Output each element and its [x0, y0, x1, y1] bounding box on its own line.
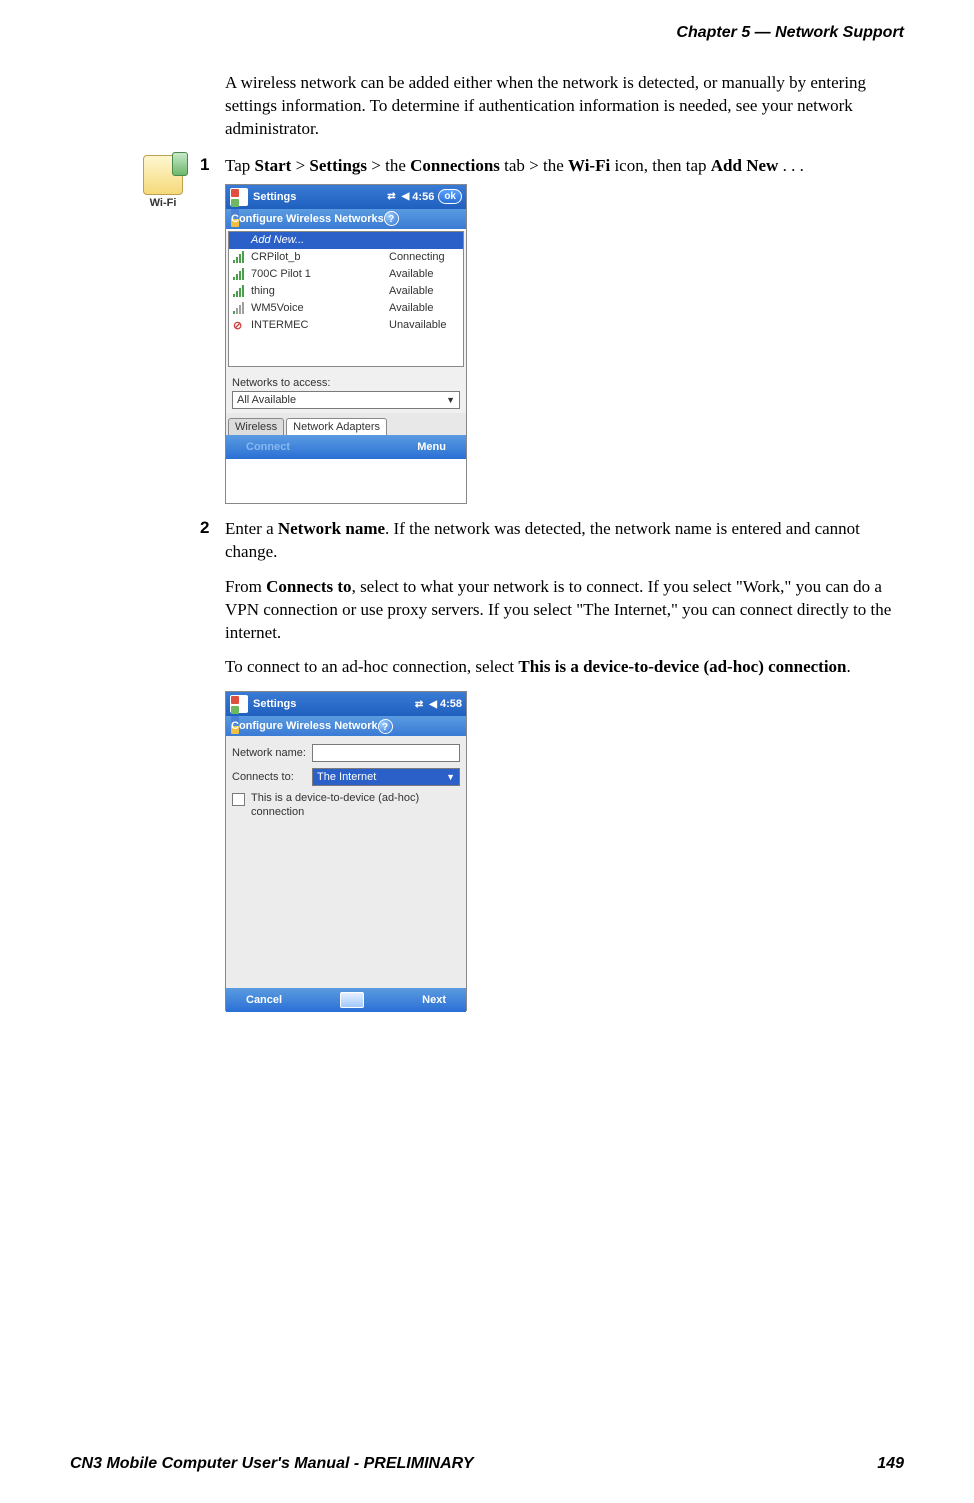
clock: 4:56 [412, 191, 434, 203]
list-item[interactable]: 700C Pilot 1 Available [229, 266, 463, 283]
step-1: 1 Tap Start > Settings > the Connections… [225, 155, 904, 504]
tab-strip: Wireless Network Adapters [226, 413, 466, 435]
chevron-down-icon: ▼ [446, 772, 455, 782]
network-name-label: Network name: [232, 747, 312, 759]
window-title: Settings [253, 698, 296, 710]
chapter-header: Chapter 5 — Network Support [70, 24, 904, 42]
adhoc-checkbox-label: This is a device-to-device (ad-hoc) conn… [251, 792, 460, 818]
list-item[interactable]: thing Available [229, 283, 463, 300]
sub-titlebar: Configure Wireless Network ? [226, 716, 466, 736]
footer-manual-title: CN3 Mobile Computer User's Manual - PREL… [70, 1455, 474, 1473]
step-1-text: Tap Start > Settings > the Connections t… [225, 155, 904, 178]
connects-to-dropdown[interactable]: The Internet ▼ [312, 768, 460, 786]
softkey-bar: Cancel Next [226, 988, 466, 1012]
intro-paragraph: A wireless network can be added either w… [225, 72, 904, 141]
pda-icon [143, 155, 183, 195]
network-name-input[interactable] [312, 744, 460, 762]
sub-title: Configure Wireless Network [231, 720, 378, 732]
signal-icon [233, 251, 247, 263]
step-2-p3: To connect to an ad-hoc connection, sele… [225, 656, 904, 679]
start-icon[interactable] [230, 188, 248, 206]
keyboard-icon[interactable] [340, 992, 364, 1008]
adhoc-checkbox[interactable] [232, 793, 245, 806]
step-number: 2 [200, 518, 209, 538]
list-item-add-new[interactable]: Add New... [229, 232, 463, 249]
sub-title: Configure Wireless Networks [231, 213, 384, 225]
tab-network-adapters[interactable]: Network Adapters [286, 418, 387, 435]
wifi-margin-icon: Wi-Fi [138, 155, 188, 209]
volume-icon[interactable]: ◀ [429, 699, 437, 710]
connectivity-icon[interactable]: ⇄ [387, 191, 395, 202]
step-2-p2: From Connects to, select to what your ne… [225, 576, 904, 645]
chevron-down-icon: ▼ [446, 395, 455, 405]
signal-icon [233, 285, 247, 297]
start-icon[interactable] [230, 695, 248, 713]
page-number: 149 [877, 1455, 904, 1473]
next-button[interactable]: Next [422, 994, 446, 1006]
access-dropdown[interactable]: All Available ▼ [232, 391, 460, 409]
ok-button[interactable]: ok [438, 189, 462, 204]
access-label: Networks to access: [232, 377, 460, 389]
sub-titlebar: Configure Wireless Networks ? [226, 209, 466, 229]
titlebar: Settings ⇄ ◀ 4:58 [226, 692, 466, 716]
tab-wireless[interactable]: Wireless [228, 418, 284, 435]
signal-icon [233, 302, 247, 314]
wifi-icon-label: Wi-Fi [138, 197, 188, 209]
clock: 4:58 [440, 698, 462, 710]
page-footer: CN3 Mobile Computer User's Manual - PREL… [70, 1455, 904, 1473]
step-2: 2 Enter a Network name. If the network w… [225, 518, 904, 1012]
signal-icon [233, 268, 247, 280]
titlebar: Settings ⇄ ◀ 4:56 ok [226, 185, 466, 209]
connectivity-icon[interactable]: ⇄ [415, 699, 423, 710]
connects-to-label: Connects to: [232, 771, 312, 783]
help-icon[interactable]: ? [384, 211, 399, 226]
window-title: Settings [253, 191, 296, 203]
blank-icon [233, 234, 247, 246]
step-2-p1: Enter a Network name. If the network was… [225, 518, 904, 564]
unavailable-icon: ⊘ [233, 319, 247, 331]
screenshot-wireless-networks: Settings ⇄ ◀ 4:56 ok Configure Wireless … [225, 184, 467, 504]
step-number: 1 [200, 155, 209, 175]
list-item[interactable]: ⊘ INTERMEC Unavailable [229, 317, 463, 334]
softkey-bar: Connect Menu [226, 435, 466, 459]
network-list[interactable]: Add New... CRPilot_b Connecting 700C Pil… [228, 231, 464, 367]
connect-button: Connect [246, 441, 290, 453]
cancel-button[interactable]: Cancel [246, 994, 282, 1006]
list-item[interactable]: CRPilot_b Connecting [229, 249, 463, 266]
list-item[interactable]: WM5Voice Available [229, 300, 463, 317]
volume-icon[interactable]: ◀ [402, 191, 410, 202]
help-icon[interactable]: ? [378, 719, 393, 734]
screenshot-configure-network: Settings ⇄ ◀ 4:58 Configure Wireless Net… [225, 691, 467, 1011]
menu-button[interactable]: Menu [417, 441, 446, 453]
